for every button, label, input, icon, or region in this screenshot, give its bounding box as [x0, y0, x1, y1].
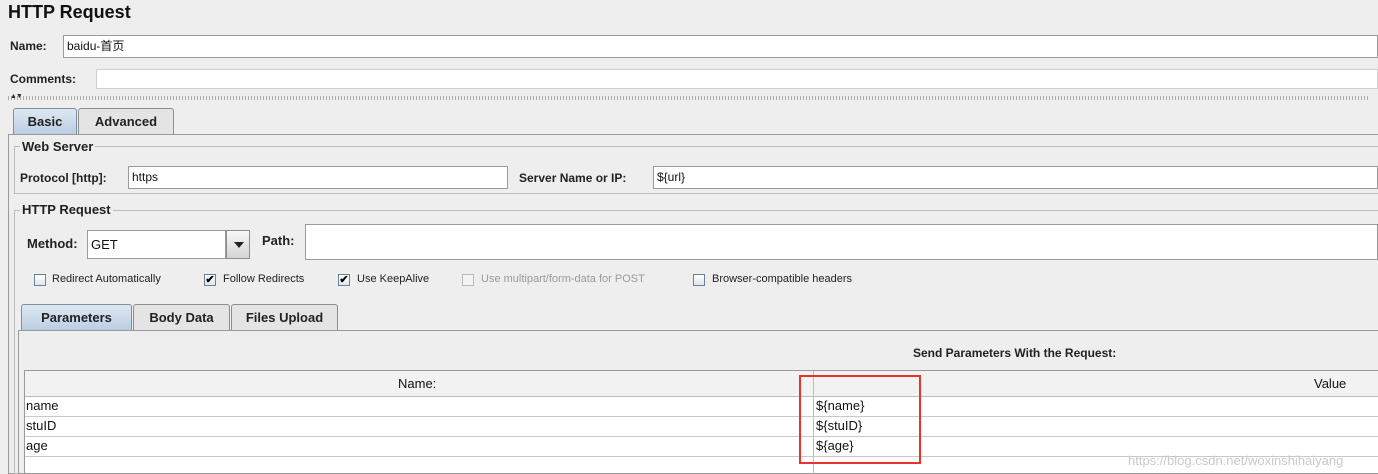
tab-files-upload[interactable]: Files Upload: [231, 304, 338, 331]
table-header: [25, 371, 1378, 397]
comments-label: Comments:: [10, 72, 77, 86]
row-divider: [25, 436, 1378, 437]
redirect-automatically-label: Redirect Automatically: [52, 273, 161, 285]
splitter-arrows-icon[interactable]: ▲▼: [10, 93, 23, 100]
column-header-name[interactable]: Name:: [398, 375, 436, 393]
method-select[interactable]: GET: [87, 230, 226, 259]
param-name-cell[interactable]: age: [26, 437, 48, 455]
follow-redirects-checkbox[interactable]: ✔: [204, 274, 216, 286]
tab-parameters[interactable]: Parameters: [21, 304, 132, 331]
row-divider: [25, 416, 1378, 417]
follow-redirects-label: Follow Redirects: [223, 273, 305, 285]
param-name-cell[interactable]: name: [26, 397, 59, 415]
use-keepalive-label: Use KeepAlive: [357, 273, 430, 285]
web-server-title: Web Server: [20, 139, 96, 154]
use-keepalive-checkbox[interactable]: ✔: [338, 274, 350, 286]
protocol-input[interactable]: https: [128, 166, 508, 189]
param-name-cell[interactable]: stuID: [26, 417, 56, 435]
browser-compatible-headers-label: Browser-compatible headers: [712, 273, 853, 285]
tab-advanced[interactable]: Advanced: [78, 108, 174, 135]
browser-compatible-headers-checkbox[interactable]: [693, 274, 705, 286]
method-label: Method:: [27, 236, 78, 251]
splitter-divider[interactable]: [8, 96, 1370, 100]
chevron-down-icon[interactable]: [226, 230, 250, 259]
column-header-value[interactable]: Value: [1314, 375, 1346, 393]
highlight-box: [799, 375, 921, 464]
name-label: Name:: [10, 39, 47, 53]
server-name-input[interactable]: ${url}: [653, 166, 1378, 189]
comments-input[interactable]: [96, 69, 1378, 89]
use-multipart-label: Use multipart/form-data for POST: [481, 273, 645, 285]
tab-body-data[interactable]: Body Data: [133, 304, 230, 331]
redirect-automatically-checkbox[interactable]: [34, 274, 46, 286]
page-title: HTTP Request: [8, 2, 131, 22]
path-label: Path:: [262, 233, 295, 248]
server-name-label: Server Name or IP:: [519, 171, 627, 185]
use-multipart-checkbox: [462, 274, 474, 286]
watermark-text: https://blog.csdn.net/woxinshihaiyang: [1128, 453, 1344, 468]
tab-basic[interactable]: Basic: [13, 108, 77, 135]
path-input[interactable]: [305, 224, 1378, 260]
send-parameters-title: Send Parameters With the Request:: [913, 346, 1117, 360]
http-request-title: HTTP Request: [20, 202, 113, 217]
protocol-label: Protocol [http]:: [20, 171, 107, 185]
name-input[interactable]: baidu-首页: [63, 35, 1378, 58]
